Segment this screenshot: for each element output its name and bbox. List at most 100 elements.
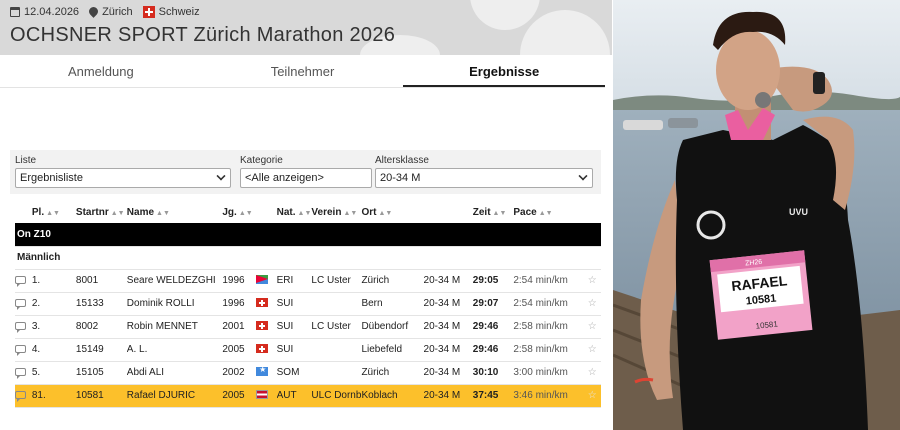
table-row[interactable]: 4. 15149 A. L. 2005 SUI Liebefeld 20-34 M 29:46… — [15, 338, 601, 362]
shirt-logo-text: UVU — [789, 207, 808, 217]
flag-eri-icon — [256, 275, 269, 284]
medal — [755, 92, 771, 108]
col-pace[interactable]: Pace ▲▼ — [513, 201, 583, 223]
cell-bib: 15133 — [75, 292, 127, 316]
flag-sui-icon — [256, 344, 269, 353]
favorite-star-icon[interactable]: ☆ — [583, 384, 601, 408]
cell-place: 3. — [31, 315, 76, 339]
tab-registration[interactable]: Anmeldung — [0, 58, 202, 87]
cell-year: 1996 — [222, 292, 257, 316]
cell-pace: 3:00 min/km — [513, 361, 584, 385]
col-nat[interactable]: Nat. ▲▼ — [277, 201, 312, 223]
comment-icon[interactable] — [15, 345, 26, 356]
flag-sui-icon — [256, 298, 269, 307]
cell-bib: 10581 — [75, 384, 127, 408]
favorite-star-icon[interactable]: ☆ — [583, 269, 601, 293]
tab-results[interactable]: Ergebnisse — [403, 58, 606, 87]
sort-icon: ▲▼ — [156, 209, 170, 217]
cell-name[interactable]: Robin MENNET — [126, 315, 223, 339]
list-filter-label: Liste — [15, 155, 37, 166]
age-class-filter: Altersklasse 20-34 M — [375, 150, 593, 188]
col-bib[interactable]: Startnr ▲▼ — [76, 201, 127, 223]
col-name[interactable]: Name ▲▼ — [127, 201, 223, 223]
results-table: Pl. ▲▼ Startnr ▲▼ Name ▲▼ Jg. ▲▼ Nat. ▲▼ Vere… — [15, 201, 601, 408]
cell-time: 29:07 — [472, 292, 514, 316]
chevron-down-icon — [578, 171, 588, 181]
flag-aut-icon — [256, 390, 269, 399]
event-city: Zürich — [102, 6, 133, 18]
col-time[interactable]: Zeit ▲▼ — [473, 201, 514, 223]
table-row[interactable]: 1. 8001 Seare WELDEZGHI 1996 ERI LC Uster Züri… — [15, 269, 601, 293]
cell-name[interactable]: Dominik ROLLI — [126, 292, 223, 316]
table-row[interactable]: 2. 15133 Dominik ROLLI 1996 SUI Bern 20-34 M 29… — [15, 292, 601, 316]
sort-icon: ▲▼ — [46, 209, 60, 217]
cell-name[interactable]: Abdi ALI — [126, 361, 223, 385]
sort-icon: ▲▼ — [238, 209, 253, 217]
category-filter: Kategorie <Alle anzeigen> — [240, 150, 372, 188]
cell-nat: SUI — [276, 338, 312, 362]
favorite-star-icon[interactable]: ☆ — [583, 338, 601, 362]
favorite-star-icon[interactable]: ☆ — [583, 292, 601, 316]
category-select[interactable]: <Alle anzeigen> — [240, 168, 372, 188]
cell-pace: 2:54 min/km — [513, 292, 584, 316]
cell-city: Liebefeld — [361, 338, 424, 362]
filter-bar: Liste Ergebnisliste Kategorie <Alle anze… — [10, 150, 601, 194]
cell-category: 20-34 M — [423, 384, 473, 408]
cell-pace: 3:46 min/km — [513, 384, 584, 408]
cell-place: 1. — [31, 269, 76, 293]
favorite-star-icon[interactable]: ☆ — [583, 315, 601, 339]
cell-year: 1996 — [222, 269, 257, 293]
comment-icon[interactable] — [15, 368, 26, 379]
cell-pace: 2:54 min/km — [513, 269, 584, 293]
cell-pace: 2:58 min/km — [513, 315, 584, 339]
cell-city: Zürich — [361, 269, 424, 293]
cell-name[interactable]: Seare WELDEZGHI — [126, 269, 223, 293]
tab-bar: Anmeldung Teilnehmer Ergebnisse — [0, 58, 606, 88]
sort-icon: ▲▼ — [297, 209, 312, 217]
age-class-filter-label: Altersklasse — [375, 155, 429, 166]
cell-name[interactable]: Rafael DJURIC — [126, 384, 223, 408]
group-header-row: On Z10 — [15, 223, 601, 247]
chevron-down-icon — [216, 171, 226, 181]
tab-participants[interactable]: Teilnehmer — [202, 58, 404, 87]
cell-time: 37:45 — [472, 384, 514, 408]
cell-bib: 15105 — [75, 361, 127, 385]
col-year[interactable]: Jg. ▲▼ — [222, 201, 256, 223]
table-row[interactable]: 81. 10581 Rafael DJURIC 2005 AUT ULC Dornb Kob… — [15, 384, 601, 408]
comment-icon[interactable] — [15, 391, 26, 402]
cell-place: 5. — [31, 361, 76, 385]
cell-pace: 2:58 min/km — [513, 338, 584, 362]
group-label: On Z10 — [15, 223, 601, 247]
table-row[interactable]: 3. 8002 Robin MENNET 2001 SUI LC Uster Dübendo… — [15, 315, 601, 339]
col-place[interactable]: Pl. ▲▼ — [32, 201, 76, 223]
event-title: OCHSNER SPORT Zürich Marathon 2026 — [10, 24, 396, 46]
list-select[interactable]: Ergebnisliste — [15, 168, 231, 188]
event-country: Schweiz — [158, 6, 200, 18]
sort-icon: ▲▼ — [343, 209, 358, 217]
comment-icon[interactable] — [15, 276, 26, 287]
cell-year: 2001 — [222, 315, 257, 339]
cell-nat: SUI — [276, 315, 312, 339]
cell-name[interactable]: A. L. — [126, 338, 223, 362]
cell-city: Bern — [361, 292, 424, 316]
age-class-select[interactable]: 20-34 M — [375, 168, 593, 188]
boat — [623, 120, 663, 130]
category-filter-label: Kategorie — [240, 155, 283, 166]
cell-year: 2005 — [222, 338, 257, 362]
cell-club: LC Uster — [311, 315, 362, 339]
col-club[interactable]: Verein ▲▼ — [311, 201, 361, 223]
cell-time: 29:05 — [472, 269, 514, 293]
cell-category: 20-34 M — [423, 338, 473, 362]
table-row[interactable]: 5.15105Abdi ALI2002 SOM Zürich20-34 M30:10… — [15, 361, 601, 385]
cell-category: 20-34 M — [423, 292, 473, 316]
swiss-flag-icon — [142, 6, 155, 18]
comment-icon[interactable] — [15, 299, 26, 310]
favorite-star-icon[interactable]: ☆ — [583, 361, 601, 385]
flag-sui-icon — [256, 321, 269, 330]
calendar-icon — [10, 7, 20, 17]
runner-photo: UVU ZH26 RAFAEL 10581 10581 — [613, 0, 900, 430]
comment-icon[interactable] — [15, 322, 26, 333]
col-city[interactable]: Ort ▲▼ — [361, 201, 423, 223]
event-date: 12.04.2026 — [24, 6, 80, 18]
results-panel: 12.04.2026 Zürich Schweiz OCHSNER SPORT … — [0, 0, 612, 430]
